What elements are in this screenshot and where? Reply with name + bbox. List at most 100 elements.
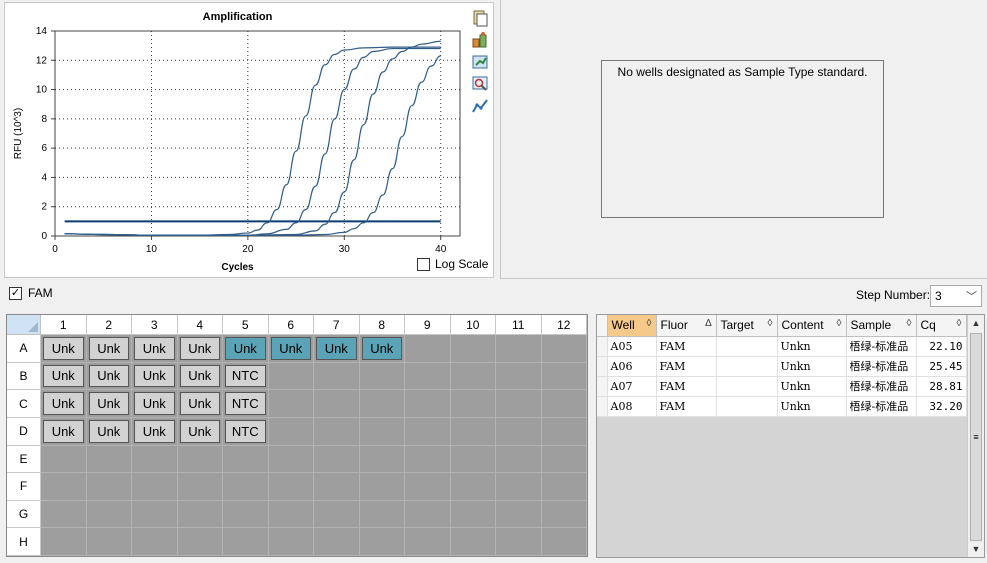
log-scale-checkbox[interactable] bbox=[417, 257, 430, 271]
sort-icon[interactable]: ◊ bbox=[768, 318, 773, 329]
plate-well-B4[interactable]: Unk bbox=[177, 362, 223, 391]
plate-select-all[interactable] bbox=[7, 315, 41, 335]
plate-well-D6[interactable] bbox=[268, 417, 314, 446]
plate-well-G7[interactable] bbox=[314, 500, 360, 529]
refresh-icon[interactable] bbox=[471, 53, 489, 71]
log-scale-toggle[interactable]: Log Scale bbox=[417, 257, 488, 271]
row-indicator[interactable] bbox=[597, 336, 608, 357]
plate-well-A7[interactable]: Unk bbox=[314, 335, 360, 363]
plate-well-C5[interactable]: NTC bbox=[223, 390, 269, 418]
plate-well-G1[interactable] bbox=[41, 500, 87, 529]
plate-well-H7[interactable] bbox=[314, 528, 360, 556]
plate-well-A4[interactable]: Unk bbox=[177, 335, 223, 363]
scroll-up-icon[interactable]: ▲ bbox=[968, 315, 984, 331]
plate-column-header-4[interactable]: 4 bbox=[177, 315, 223, 335]
plate-well-G2[interactable] bbox=[86, 500, 132, 529]
plate-well-E4[interactable] bbox=[177, 445, 223, 474]
plate-well-H2[interactable] bbox=[86, 528, 132, 556]
plate-well-G4[interactable] bbox=[177, 500, 223, 529]
plate-column-header-8[interactable]: 8 bbox=[359, 315, 405, 335]
plate-well-G9[interactable] bbox=[405, 500, 451, 529]
plate-well-F2[interactable] bbox=[86, 473, 132, 501]
plate-well-C3[interactable]: Unk bbox=[132, 390, 178, 418]
chart-options-icon[interactable] bbox=[471, 97, 489, 115]
step-number-select[interactable]: 3 ﹀ bbox=[930, 285, 982, 307]
plate-well-C2[interactable]: Unk bbox=[86, 390, 132, 418]
plate-well-E8[interactable] bbox=[359, 445, 405, 474]
plate-well-B1[interactable]: Unk bbox=[41, 362, 87, 391]
sort-icon[interactable]: ◊ bbox=[957, 318, 962, 329]
plate-well-B6[interactable] bbox=[268, 362, 314, 391]
plate-well-G12[interactable] bbox=[541, 500, 587, 529]
plate-row-header-C[interactable]: C bbox=[7, 390, 41, 418]
table-row[interactable]: A06 FAM Unkn 梧绿-标准品 25.45 bbox=[597, 356, 967, 377]
plate-well-A8[interactable]: Unk bbox=[359, 335, 405, 363]
export-icon[interactable] bbox=[471, 31, 489, 49]
plate-well-H12[interactable] bbox=[541, 528, 587, 556]
plate-well-C1[interactable]: Unk bbox=[41, 390, 87, 418]
plate-well-G3[interactable] bbox=[132, 500, 178, 529]
plate-well-C9[interactable] bbox=[405, 390, 451, 418]
plate-well-B2[interactable]: Unk bbox=[86, 362, 132, 391]
plate-well-F10[interactable] bbox=[450, 473, 496, 501]
plate-well-B7[interactable] bbox=[314, 362, 360, 391]
plate-well-E6[interactable] bbox=[268, 445, 314, 474]
plate-column-header-10[interactable]: 10 bbox=[450, 315, 496, 335]
plate-well-D7[interactable] bbox=[314, 417, 360, 446]
plate-well-B3[interactable]: Unk bbox=[132, 362, 178, 391]
plate-well-E1[interactable] bbox=[41, 445, 87, 474]
plate-well-F5[interactable] bbox=[223, 473, 269, 501]
sort-icon[interactable]: ◊ bbox=[907, 318, 912, 329]
plate-column-header-7[interactable]: 7 bbox=[314, 315, 360, 335]
plate-well-A12[interactable] bbox=[541, 335, 587, 363]
scroll-down-icon[interactable]: ▼ bbox=[968, 541, 984, 557]
plate-well-A10[interactable] bbox=[450, 335, 496, 363]
plate-well-G8[interactable] bbox=[359, 500, 405, 529]
plate-well-C11[interactable] bbox=[496, 390, 542, 418]
plate-well-G5[interactable] bbox=[223, 500, 269, 529]
plate-well-F8[interactable] bbox=[359, 473, 405, 501]
plate-well-A5[interactable]: Unk bbox=[223, 335, 269, 363]
plate-column-header-2[interactable]: 2 bbox=[86, 315, 132, 335]
sort-icon[interactable]: ◊ bbox=[837, 318, 842, 329]
plate-well-G6[interactable] bbox=[268, 500, 314, 529]
plate-well-D10[interactable] bbox=[450, 417, 496, 446]
plate-well-C12[interactable] bbox=[541, 390, 587, 418]
scroll-thumb[interactable]: ≡ bbox=[970, 333, 982, 541]
plate-well-E12[interactable] bbox=[541, 445, 587, 474]
row-indicator[interactable] bbox=[597, 356, 608, 377]
plate-well-A11[interactable] bbox=[496, 335, 542, 363]
column-header-content[interactable]: Content ◊ bbox=[777, 315, 847, 337]
plate-well-H5[interactable] bbox=[223, 528, 269, 556]
plate-well-G11[interactable] bbox=[496, 500, 542, 529]
plate-well-E11[interactable] bbox=[496, 445, 542, 474]
plate-well-F7[interactable] bbox=[314, 473, 360, 501]
fam-toggle[interactable]: ✓ FAM bbox=[9, 286, 53, 300]
plate-column-header-1[interactable]: 1 bbox=[41, 315, 87, 335]
plate-well-F1[interactable] bbox=[41, 473, 87, 501]
plate-well-B11[interactable] bbox=[496, 362, 542, 391]
plate-well-C8[interactable] bbox=[359, 390, 405, 418]
plate-well-D8[interactable] bbox=[359, 417, 405, 446]
plate-well-H1[interactable] bbox=[41, 528, 87, 556]
plate-well-D1[interactable]: Unk bbox=[41, 417, 87, 446]
sort-icon[interactable]: ◊ bbox=[647, 318, 652, 329]
vertical-scrollbar[interactable]: ▲ ≡ ▼ bbox=[967, 315, 984, 557]
plate-well-G10[interactable] bbox=[450, 500, 496, 529]
plate-well-D2[interactable]: Unk bbox=[86, 417, 132, 446]
plate-row-header-B[interactable]: B bbox=[7, 362, 41, 391]
plate-row-header-A[interactable]: A bbox=[7, 335, 41, 363]
plate-well-C7[interactable] bbox=[314, 390, 360, 418]
plate-well-D5[interactable]: NTC bbox=[223, 417, 269, 446]
plate-well-E9[interactable] bbox=[405, 445, 451, 474]
plate-column-header-3[interactable]: 3 bbox=[132, 315, 178, 335]
plate-well-E3[interactable] bbox=[132, 445, 178, 474]
plate-well-H9[interactable] bbox=[405, 528, 451, 556]
plate-well-F3[interactable] bbox=[132, 473, 178, 501]
plate-well-H6[interactable] bbox=[268, 528, 314, 556]
plate-well-D11[interactable] bbox=[496, 417, 542, 446]
plate-row-header-H[interactable]: H bbox=[7, 528, 41, 556]
plate-well-H11[interactable] bbox=[496, 528, 542, 556]
plate-well-C10[interactable] bbox=[450, 390, 496, 418]
plate-well-D3[interactable]: Unk bbox=[132, 417, 178, 446]
